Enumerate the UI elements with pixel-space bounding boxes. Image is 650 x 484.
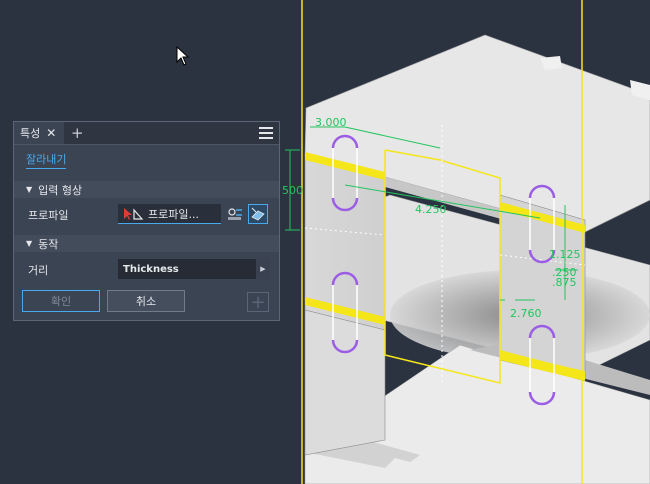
distance-label: 거리 <box>28 264 49 277</box>
profile-value: 프로파일... <box>148 207 199 221</box>
collapse-triangle-icon: ▼ <box>26 185 33 194</box>
dim-1125: 1.125 <box>549 248 581 261</box>
profile-label: 프로파일 <box>28 209 69 222</box>
section-behavior[interactable]: ▼ 동작 <box>14 235 279 252</box>
close-icon[interactable]: ✕ <box>46 126 56 140</box>
plus-icon[interactable]: + <box>71 124 84 142</box>
tab-properties[interactable]: 특성 ✕ <box>14 122 64 144</box>
dim-875: .875 <box>552 276 577 289</box>
section-title: 입력 형상 <box>38 183 83 197</box>
dim-4250: 4.250 <box>415 203 447 216</box>
chevron-right-icon[interactable]: ▶ <box>256 259 270 279</box>
cancel-button[interactable]: 취소 <box>107 290 185 312</box>
dim-2760: 2.760 <box>510 307 542 320</box>
flip-direction-icon[interactable] <box>225 204 245 224</box>
profile-selector[interactable]: 프로파일... <box>118 204 221 224</box>
solid-select-icon[interactable] <box>248 204 268 224</box>
distance-value: Thickness <box>123 263 179 275</box>
ok-button[interactable]: 확인 <box>22 290 100 312</box>
tab-label: 특성 <box>20 127 41 140</box>
section-input-geometry[interactable]: ▼ 입력 형상 <box>14 181 279 198</box>
menu-icon[interactable] <box>259 127 273 139</box>
cursor-arrow-icon <box>176 46 190 66</box>
profile-select-icon <box>124 207 144 220</box>
add-button[interactable]: + <box>247 292 269 313</box>
distance-input[interactable]: Thickness ▶ <box>118 259 270 279</box>
panel-tabbar: 특성 ✕ + <box>14 122 279 145</box>
feature-name-link[interactable]: 잘라내기 <box>26 151 67 169</box>
dim-3000: 3.000 <box>315 116 347 129</box>
collapse-triangle-icon: ▼ <box>26 239 33 248</box>
properties-panel: 특성 ✕ + 잘라내기 ▼ 입력 형상 프로파일 프로파일... ▼ 동작 거리… <box>13 121 280 321</box>
section-title: 동작 <box>38 237 59 251</box>
dim-500: 500 <box>282 184 303 197</box>
